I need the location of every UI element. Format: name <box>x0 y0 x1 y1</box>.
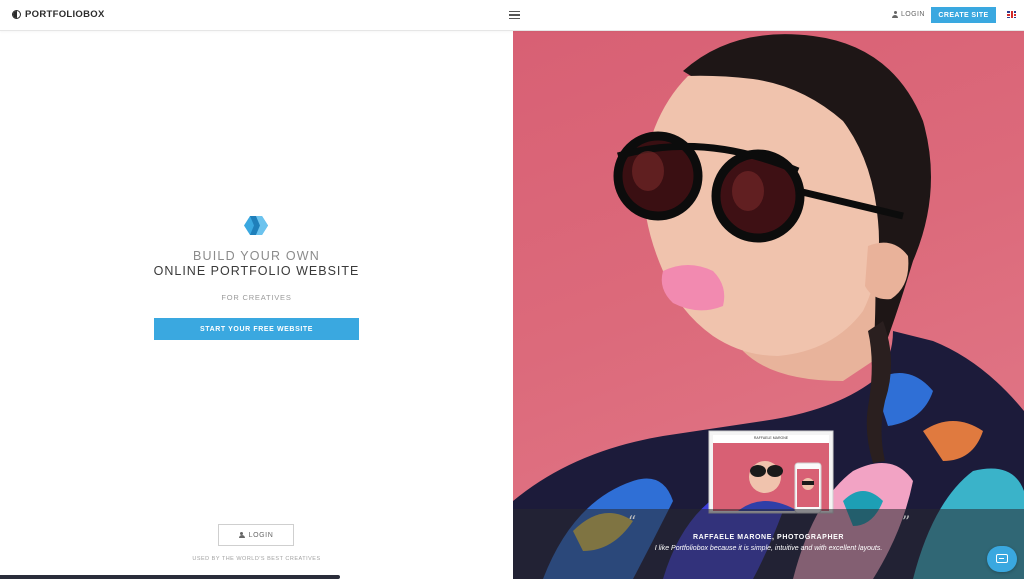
login-button-label: LOGIN <box>248 531 274 539</box>
logo-text: PORTFOLIOBOX <box>25 9 105 20</box>
uk-flag-icon[interactable] <box>1007 11 1016 18</box>
chat-button[interactable] <box>987 546 1017 572</box>
chat-icon <box>996 554 1008 563</box>
create-site-button[interactable]: CREATE SITE <box>931 7 996 23</box>
horizontal-scrollbar[interactable] <box>0 575 340 579</box>
model-portrait-illustration <box>513 34 1024 579</box>
testimonial-name: RAFFAELE MARONE, PHOTOGRAPHER <box>692 534 845 541</box>
headline-line-2: ONLINE PORTFOLIO WEBSITE <box>153 264 360 278</box>
hero-photo: RAFFAELE MARONE <box>513 31 1024 579</box>
hamburger-menu-icon[interactable] <box>509 11 520 19</box>
portfoliobox-logo-icon <box>12 10 21 19</box>
nav-login-label: LOGIN <box>901 11 925 18</box>
testimonial-quote: I like Portfoliobox because it is simple… <box>654 545 883 552</box>
quote-close-icon: ” <box>902 512 911 531</box>
headline-line-1: BUILD YOUR OWN <box>193 249 320 263</box>
user-icon <box>238 531 245 539</box>
intro-panel: BUILD YOUR OWN ONLINE PORTFOLIO WEBSITE … <box>0 31 513 579</box>
user-icon <box>892 11 898 18</box>
subheadline: FOR CREATIVES <box>221 293 292 302</box>
used-by-note: USED BY THE WORLD'S BEST CREATIVES <box>192 556 321 562</box>
mockup-site-title: RAFFAELE MARONE <box>753 436 789 440</box>
quote-open-icon: “ <box>628 512 637 531</box>
brand-cube-icon <box>244 216 268 235</box>
start-free-website-button[interactable]: START YOUR FREE WEBSITE <box>154 318 359 340</box>
nav-login-link[interactable]: LOGIN <box>892 11 925 18</box>
top-navbar: PORTFOLIOBOX LOGIN CREATE SITE <box>0 0 1024 31</box>
login-button[interactable]: LOGIN <box>218 524 294 546</box>
testimonial-overlay <box>513 509 1024 579</box>
site-logo[interactable]: PORTFOLIOBOX <box>12 9 105 20</box>
